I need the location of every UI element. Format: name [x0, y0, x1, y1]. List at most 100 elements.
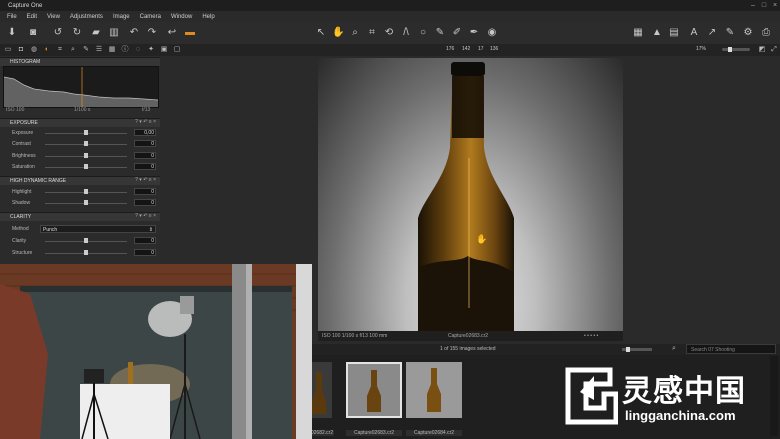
quick-tab-icon[interactable]: ▣: [160, 46, 168, 54]
menu-help[interactable]: Help: [202, 14, 214, 20]
redo-icon[interactable]: ↷: [146, 27, 158, 39]
highlight-value[interactable]: 0: [134, 188, 156, 195]
composition-tab-icon[interactable]: ⌕: [69, 46, 77, 54]
proof-icon[interactable]: ▤: [668, 27, 680, 39]
capture-icon[interactable]: ◙: [27, 27, 39, 39]
thumb-size-slider[interactable]: [622, 347, 652, 352]
adjustments-tab-icon[interactable]: ▦: [108, 46, 116, 54]
watermark-logo: 灵感中国 lingganchina.com: [560, 362, 775, 432]
fit-view-icon[interactable]: ◩: [758, 46, 766, 54]
exposure-warning-icon[interactable]: ◉: [486, 27, 498, 39]
color-picker-icon[interactable]: ✐: [451, 27, 463, 39]
section-tools-icon[interactable]: ? ▾ ↶ ≡ ×: [135, 213, 156, 219]
maximize-icon[interactable]: □: [759, 0, 769, 11]
menu-edit[interactable]: Edit: [27, 14, 37, 20]
local-tab-icon[interactable]: ☰: [95, 46, 103, 54]
main-photo[interactable]: ✋: [318, 58, 623, 331]
pan-icon[interactable]: ✋: [332, 27, 344, 39]
contrast-row: Contrast 0: [0, 139, 160, 149]
menu-view[interactable]: View: [47, 14, 60, 20]
clarity-row: Clarity 0: [0, 236, 160, 246]
structure-value[interactable]: 0: [134, 249, 156, 256]
loupe-icon[interactable]: ⌕: [349, 27, 361, 39]
zoom-slider-knob[interactable]: [728, 47, 732, 52]
shadow-value[interactable]: 0: [134, 199, 156, 206]
brightness-slider[interactable]: [84, 153, 88, 158]
trash-icon[interactable]: ▥: [108, 27, 120, 39]
settings-icon[interactable]: ⚙: [742, 27, 754, 39]
section-tools-icon[interactable]: ? ▾ ↶ ≡ ×: [135, 177, 156, 183]
color-tab-icon[interactable]: ◍: [30, 46, 38, 54]
arrow-icon[interactable]: ↗: [706, 27, 718, 39]
thumbnail[interactable]: [310, 362, 332, 418]
metadata-tab-icon[interactable]: ⓘ: [121, 46, 129, 54]
brush-icon[interactable]: ✎: [724, 27, 736, 39]
saturation-value[interactable]: 0: [134, 163, 156, 170]
clarity-slider[interactable]: [84, 238, 88, 243]
thumbnail[interactable]: [406, 362, 462, 418]
saturation-slider[interactable]: [84, 164, 88, 169]
exposure-tab-icon[interactable]: ◐: [43, 46, 51, 54]
hand-cursor-icon: ✋: [476, 234, 488, 244]
shadow-slider[interactable]: [84, 200, 88, 205]
batch-tab-icon[interactable]: ✦: [147, 46, 155, 54]
shadow-label: Shadow: [12, 200, 31, 206]
highlight-slider[interactable]: [84, 189, 88, 194]
zoom-slider[interactable]: [722, 47, 750, 52]
section-tools-icon[interactable]: ? ▾ ↶ ≡ ×: [135, 119, 156, 125]
hide-viewer-icon[interactable]: ▢: [173, 46, 181, 54]
output-tab-icon[interactable]: ◌: [134, 46, 142, 54]
straighten-icon[interactable]: ⟲: [383, 27, 395, 39]
crop-icon[interactable]: ⌗: [366, 27, 378, 39]
menu-camera[interactable]: Camera: [140, 14, 161, 20]
exposure-header[interactable]: EXPOSURE ? ▾ ↶ ≡ ×: [0, 118, 160, 127]
export-icon[interactable]: ▬: [184, 27, 196, 39]
rating-stars-icon[interactable]: • • • • •: [584, 333, 598, 339]
reset-icon[interactable]: ↩: [166, 27, 178, 39]
white-balance-icon[interactable]: ✒: [468, 27, 480, 39]
text-icon[interactable]: A: [688, 27, 700, 39]
lens-tab-icon[interactable]: ⌗: [56, 46, 64, 54]
view-grid-icon[interactable]: ▦: [632, 27, 644, 39]
search-icon[interactable]: ⌕: [672, 345, 676, 353]
exposure-slider[interactable]: [84, 130, 88, 135]
brightness-value[interactable]: 0: [134, 152, 156, 159]
histogram-aperture: f/13: [142, 107, 151, 113]
menu-image[interactable]: Image: [113, 14, 130, 20]
close-icon[interactable]: ×: [770, 0, 780, 11]
menu-window[interactable]: Window: [171, 14, 192, 20]
select-icon[interactable]: ↖: [315, 27, 327, 39]
histogram-header[interactable]: HISTOGRAM: [0, 57, 160, 66]
structure-slider[interactable]: [84, 250, 88, 255]
hdr-header[interactable]: HIGH DYNAMIC RANGE ? ▾ ↶ ≡ ×: [0, 176, 160, 185]
contrast-value[interactable]: 0: [134, 140, 156, 147]
undo-icon[interactable]: ↶: [128, 27, 140, 39]
print-icon[interactable]: ⎙: [760, 27, 772, 39]
clarity-value[interactable]: 0: [134, 237, 156, 244]
rotate-right-icon[interactable]: ↻: [71, 27, 83, 39]
mask-brush-icon[interactable]: ✎: [434, 27, 446, 39]
details-tab-icon[interactable]: ✎: [82, 46, 90, 54]
thumbnail-selected[interactable]: [346, 362, 402, 418]
warning-icon[interactable]: ▲: [651, 27, 663, 39]
spot-icon[interactable]: ○: [417, 27, 429, 39]
minimize-icon[interactable]: –: [748, 0, 758, 11]
import-icon[interactable]: ⬇: [6, 27, 18, 39]
menu-file[interactable]: File: [7, 14, 17, 20]
beer-bottle-image: [418, 62, 514, 331]
search-input[interactable]: Search 07 Shooting: [686, 344, 776, 354]
capture-tab-icon[interactable]: ◘: [17, 46, 25, 54]
image-exif: ISO 100 1/100 s f/13 100 mm: [322, 333, 388, 339]
menu-adjustments[interactable]: Adjustments: [70, 14, 103, 20]
keystone-icon[interactable]: /\: [400, 27, 412, 39]
exposure-value[interactable]: 0,00: [134, 129, 156, 136]
thumb-size-knob[interactable]: [626, 347, 630, 352]
library-tab-icon[interactable]: ▭: [4, 46, 12, 54]
method-value: Punch: [43, 227, 58, 233]
clarity-header[interactable]: CLARITY ? ▾ ↶ ≡ ×: [0, 212, 160, 221]
folder-icon[interactable]: ▰: [90, 27, 102, 39]
fullscreen-icon[interactable]: ⤢: [770, 46, 778, 54]
contrast-slider[interactable]: [84, 141, 88, 146]
rotate-left-icon[interactable]: ↺: [52, 27, 64, 39]
method-select[interactable]: Punch ⇕: [40, 225, 156, 233]
